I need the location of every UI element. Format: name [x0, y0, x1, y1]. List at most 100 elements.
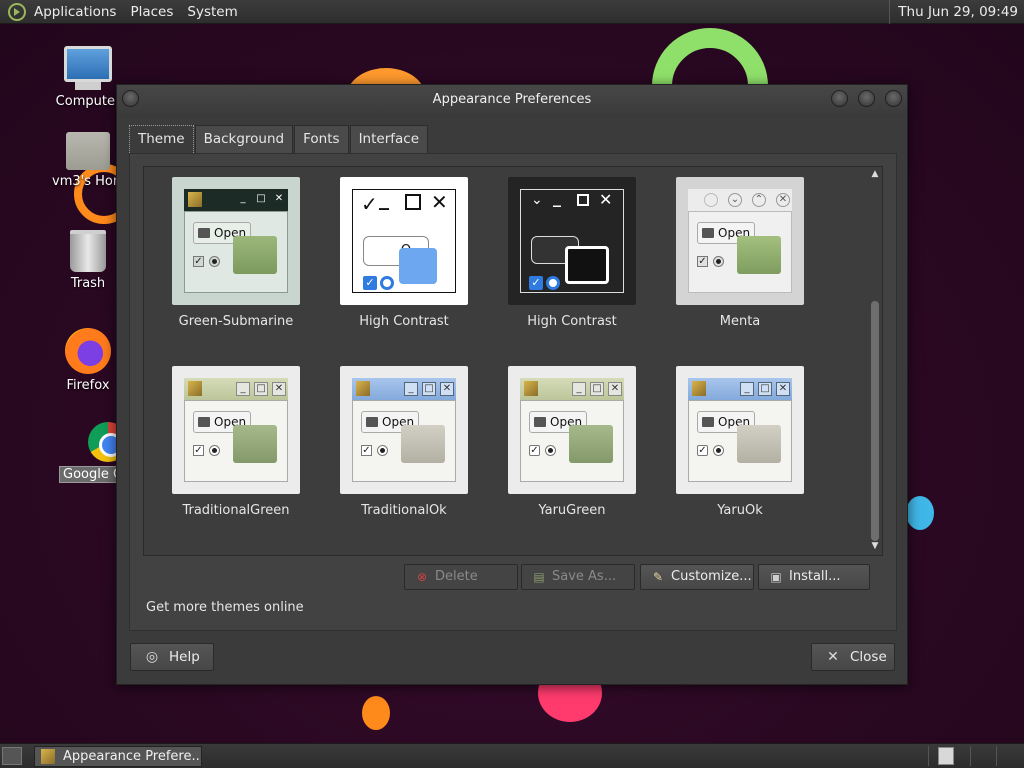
theme-high-contrast[interactable]: ✓ _ ✕ O ✓ High Contrast: [324, 177, 484, 337]
more-themes-link[interactable]: Get more themes online: [146, 600, 304, 615]
folder-icon: [565, 246, 609, 284]
maximize-icon: [577, 194, 589, 206]
folder-icon: [399, 248, 437, 284]
tab-interface[interactable]: Interface: [349, 125, 429, 153]
radio-icon: [209, 445, 220, 456]
delete-button-label: Delete: [435, 569, 478, 584]
scrollbar-thumb[interactable]: [871, 301, 879, 541]
minimize-icon: _: [236, 382, 250, 396]
app-icon: [356, 381, 370, 396]
minimize-icon[interactable]: [831, 90, 848, 107]
checkbox-icon: ✓: [363, 276, 377, 290]
folder-icon: [401, 425, 445, 463]
theme-tab-panel: _ □ ✕ Open ✓ Green-Submarine ✓ _ ✕ ✓ Hig…: [129, 153, 897, 631]
theme-name: TraditionalOk: [361, 503, 447, 518]
theme-menta[interactable]: ⌄ ⌃ ✕ Open ✓ Menta: [660, 177, 820, 337]
theme-thumbnail: _ □ ✕ Open ✓: [172, 366, 300, 494]
wallpaper-orange-drop: [362, 696, 390, 730]
theme-high-contrast-inverse[interactable]: ⌄ _ ✕ ✓ High Contrast: [492, 177, 652, 337]
workspace-switcher[interactable]: [938, 747, 954, 765]
folder-icon: [233, 236, 277, 274]
minimize-icon: _: [740, 382, 754, 396]
delete-button[interactable]: ⊗ Delete: [404, 564, 518, 590]
scroll-down-icon[interactable]: ▼: [869, 541, 881, 553]
separator: [996, 746, 997, 766]
checkbox-icon: ✓: [529, 445, 540, 456]
close-icon: ✕: [440, 382, 454, 396]
tab-fonts[interactable]: Fonts: [294, 125, 349, 153]
radio-icon: [713, 256, 724, 267]
theme-thumbnail: _ □ ✕ Open ✓: [172, 177, 300, 305]
terminal-icon: ✓: [361, 192, 378, 216]
maximize-icon: □: [254, 382, 268, 396]
app-icon: [524, 381, 538, 396]
system-menu[interactable]: System: [187, 4, 237, 20]
maximize-icon: □: [256, 193, 266, 204]
taskbar-item-appearance[interactable]: Appearance Prefere...: [34, 746, 202, 767]
checkbox-icon: ✓: [193, 445, 204, 456]
maximize-icon: □: [590, 382, 604, 396]
applications-menu[interactable]: Applications: [34, 4, 116, 20]
dialog-titlebar[interactable]: Appearance Preferences: [117, 85, 907, 117]
clock[interactable]: Thu Jun 29, 09:49: [889, 0, 1024, 24]
edit-icon: ✎: [652, 570, 664, 584]
help-button-label: Help: [169, 649, 200, 665]
trash-icon: [70, 230, 106, 272]
theme-name: Green-Submarine: [178, 314, 294, 329]
computer-icon: [64, 46, 112, 90]
maximize-icon[interactable]: [858, 90, 875, 107]
theme-thumbnail: _ □ ✕ Open ✓: [340, 366, 468, 494]
theme-yaru-ok[interactable]: _ □ ✕ Open ✓ YaruOk: [660, 366, 820, 526]
chevron-down-icon: ⌄: [531, 192, 543, 208]
theme-yaru-green[interactable]: _ □ ✕ Open ✓ YaruGreen: [492, 366, 652, 526]
places-menu[interactable]: Places: [130, 4, 173, 20]
close-icon: ✕: [776, 382, 790, 396]
firefox-icon: [65, 328, 111, 374]
install-icon: ▣: [770, 570, 782, 584]
checkbox-icon: ✓: [361, 445, 372, 456]
taskbar-item-label: Appearance Prefere...: [63, 749, 202, 764]
show-desktop-icon[interactable]: [2, 747, 22, 765]
theme-name: TraditionalGreen: [182, 503, 290, 518]
help-button[interactable]: ◎ Help: [130, 643, 214, 671]
close-icon: ✕: [776, 193, 790, 207]
tab-bar: Theme Background Fonts Interface: [129, 125, 897, 153]
radio-icon: [713, 445, 724, 456]
tab-background[interactable]: Background: [194, 125, 294, 153]
tab-theme[interactable]: Theme: [129, 125, 194, 153]
desktop-icon-label: vm3's Home: [52, 174, 124, 189]
close-icon: ✕: [599, 190, 613, 209]
close-button[interactable]: ✕ Close: [811, 643, 895, 671]
window-menu-icon[interactable]: [122, 90, 139, 107]
maximize-icon: □: [758, 382, 772, 396]
theme-name: High Contrast: [359, 314, 449, 329]
theme-name: YaruOk: [717, 503, 763, 518]
theme-thumbnail: ✓ _ ✕ O ✓: [340, 177, 468, 305]
close-window-icon[interactable]: [885, 90, 902, 107]
customize-button-label: Customize...: [671, 569, 752, 584]
bottom-taskbar: Appearance Prefere...: [0, 743, 1024, 768]
dialog-body: Theme Background Fonts Interface _ □ ✕ O…: [129, 125, 897, 671]
theme-thumbnail: _ □ ✕ Open ✓: [676, 366, 804, 494]
theme-traditional-ok[interactable]: _ □ ✕ Open ✓ TraditionalOk: [324, 366, 484, 526]
folder-icon: [737, 425, 781, 463]
close-icon: ✕: [827, 649, 839, 665]
checkbox-icon: ✓: [697, 445, 708, 456]
appearance-preferences-dialog: Appearance Preferences Theme Background …: [116, 84, 908, 685]
theme-list-scrollbar[interactable]: ▲ ▼: [869, 169, 881, 553]
close-icon: ✕: [608, 382, 622, 396]
folder-icon: [569, 425, 613, 463]
install-button[interactable]: ▣ Install...: [758, 564, 870, 590]
theme-list: _ □ ✕ Open ✓ Green-Submarine ✓ _ ✕ ✓ Hig…: [143, 166, 883, 556]
mate-logo-icon[interactable]: [8, 2, 26, 21]
customize-button[interactable]: ✎ Customize...: [640, 564, 754, 590]
save-as-button[interactable]: ▤ Save As...: [521, 564, 635, 590]
radio-icon: [545, 445, 556, 456]
chevron-up-icon: ⌃: [752, 193, 766, 207]
theme-traditional-green[interactable]: _ □ ✕ Open ✓ TraditionalGreen: [156, 366, 316, 526]
app-icon: [188, 381, 202, 396]
close-icon: ✕: [272, 382, 286, 396]
scroll-up-icon[interactable]: ▲: [869, 169, 881, 181]
theme-green-submarine[interactable]: _ □ ✕ Open ✓ Green-Submarine: [156, 177, 316, 337]
minimize-icon: _: [240, 193, 246, 204]
